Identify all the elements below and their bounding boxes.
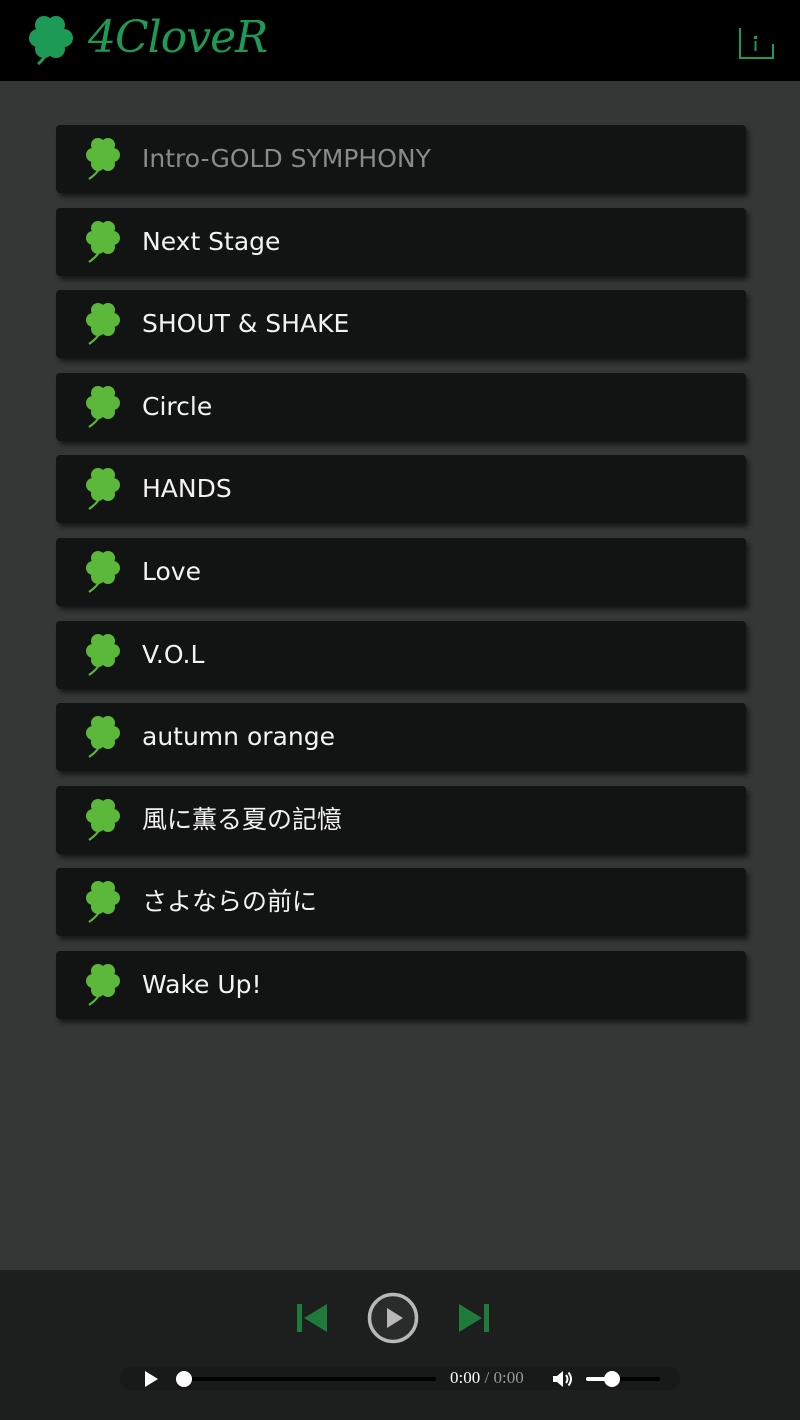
track-title: Intro-GOLD SYMPHONY (142, 144, 431, 173)
track-list: Intro-GOLD SYMPHONY Next Stage SHOUT & SHA… (56, 125, 746, 1034)
clover-icon (86, 716, 120, 759)
track-item[interactable]: SHOUT & SHAKE (56, 290, 746, 359)
track-title: 風に薫る夏の記憶 (142, 804, 343, 834)
track-item[interactable]: autumn orange (56, 703, 746, 772)
track-title: V.O.L (142, 639, 205, 669)
track-title: SHOUT & SHAKE (142, 309, 350, 339)
track-title: Wake Up! (142, 969, 262, 999)
volume-icon[interactable] (552, 1369, 574, 1389)
clover-icon (86, 220, 120, 263)
audio-player: 0:00 / 0:00 (0, 1270, 800, 1420)
time-display: 0:00 / 0:00 (450, 1366, 524, 1390)
skip-next-icon[interactable] (457, 1302, 491, 1334)
audio-controls: 0:00 / 0:00 (120, 1366, 680, 1390)
track-item[interactable]: Circle (56, 372, 746, 441)
track-item[interactable]: V.O.L (56, 620, 746, 689)
clover-icon (86, 303, 120, 346)
seek-slider[interactable] (176, 1371, 436, 1387)
clover-icon (29, 16, 73, 66)
play-circle-icon[interactable] (366, 1291, 420, 1345)
duration: 0:00 (493, 1368, 524, 1387)
app-title: 4CloveR (88, 12, 268, 63)
clover-icon (86, 550, 120, 593)
track-title: さよならの前に (142, 887, 318, 917)
track-item[interactable]: Intro-GOLD SYMPHONY (56, 125, 746, 193)
time-separator: / (484, 1368, 490, 1387)
track-item[interactable]: HANDS (56, 455, 746, 524)
clover-icon (86, 798, 120, 841)
clover-icon (86, 633, 120, 676)
track-item[interactable]: Next Stage (56, 207, 746, 276)
track-title: Circle (142, 391, 213, 421)
clover-icon (86, 881, 120, 924)
track-title: Love (142, 556, 201, 586)
volume-slider[interactable] (586, 1371, 660, 1387)
audio-play-icon[interactable] (142, 1370, 160, 1388)
track-item[interactable]: さよならの前に (56, 868, 746, 937)
clover-icon (86, 468, 120, 511)
track-title: autumn orange (142, 722, 335, 752)
clover-icon (86, 138, 120, 180)
track-item[interactable]: 風に薫る夏の記憶 (56, 785, 746, 854)
volume-thumb[interactable] (603, 1371, 620, 1387)
app-header: 4CloveR (0, 0, 800, 81)
info-icon[interactable] (737, 26, 775, 60)
clover-icon (86, 963, 120, 1006)
track-item[interactable]: Wake Up! (56, 950, 746, 1019)
track-item[interactable]: Love (56, 537, 746, 606)
current-time: 0:00 (450, 1368, 481, 1387)
skip-previous-icon[interactable] (295, 1302, 329, 1334)
seek-thumb[interactable] (176, 1371, 192, 1387)
track-title: Next Stage (142, 226, 281, 256)
clover-icon (86, 385, 120, 428)
track-title: HANDS (142, 474, 232, 504)
